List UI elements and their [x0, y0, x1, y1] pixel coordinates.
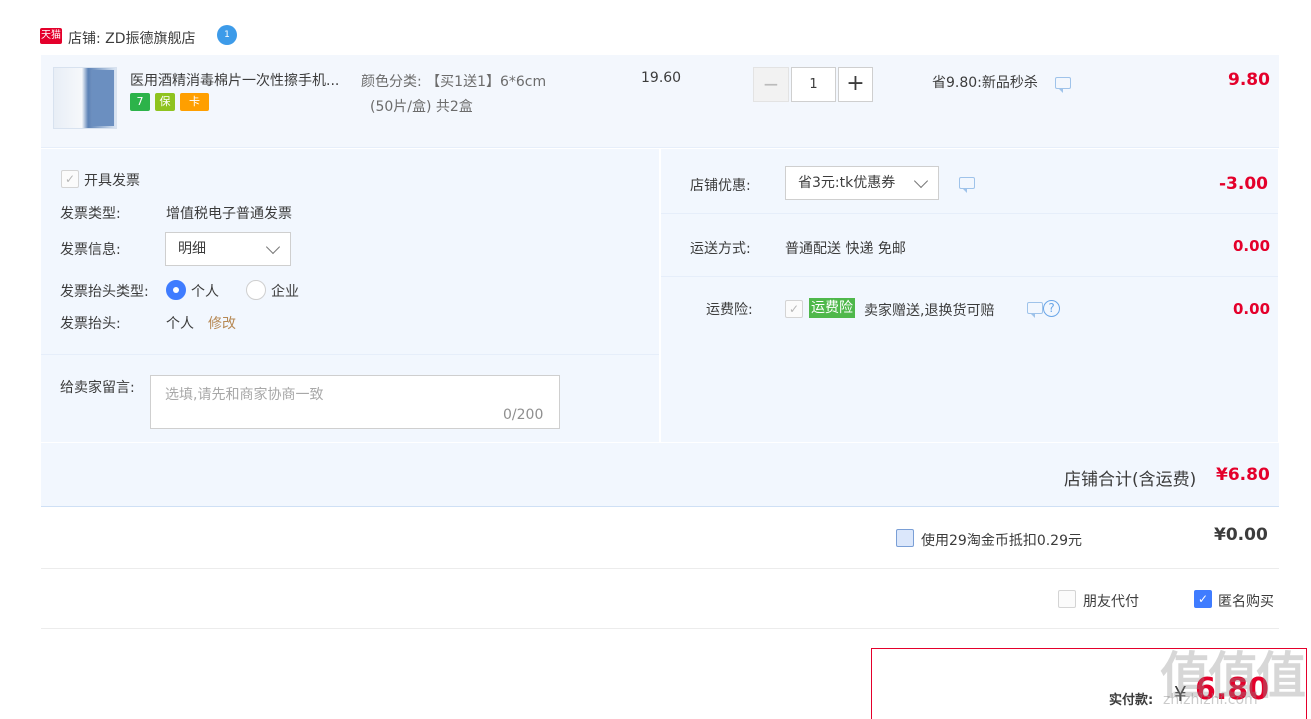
promotion-text: 省9.80:新品秒杀: [932, 75, 1038, 91]
tmall-badge: 天猫: [40, 28, 62, 44]
seller-message-label: 给卖家留言:: [60, 380, 135, 396]
coins-amount: ¥0.00: [1214, 525, 1268, 545]
chevron-down-icon: [265, 239, 281, 255]
invoice-header-label: 发票抬头:: [60, 316, 121, 332]
shop-name[interactable]: 店铺: ZD振德旗舰店: [68, 28, 196, 48]
panel-divider: [41, 354, 659, 355]
quantity-input[interactable]: 1: [791, 67, 836, 102]
seven-day-return-icon: 7: [130, 93, 150, 111]
invoice-info-label: 发票信息:: [60, 242, 121, 258]
unit-price: 19.60: [641, 70, 682, 86]
divider: [41, 568, 1279, 569]
quantity-decrease-button[interactable]: −: [753, 67, 789, 102]
shop-total-amount: ¥6.80: [1216, 465, 1270, 485]
shop-discount-label: 店铺优惠:: [690, 178, 751, 194]
promotion-info-icon[interactable]: [1055, 77, 1071, 93]
seller-message-placeholder: 选填,请先和商家协商一致: [165, 387, 324, 403]
shop-discount-select[interactable]: 省3元:tk优惠券: [785, 166, 939, 200]
sku-spec-detail: (50片/盒) 共2盒: [370, 99, 473, 115]
discount-info-icon[interactable]: [959, 177, 975, 193]
delivery-panel: [661, 149, 1278, 442]
friend-pay-checkbox[interactable]: [1058, 590, 1076, 608]
friend-pay-label[interactable]: 朋友代付: [1083, 591, 1139, 611]
anonymous-purchase-label[interactable]: 匿名购买: [1218, 591, 1274, 611]
shipping-method-label: 运送方式:: [690, 241, 751, 257]
radio-company[interactable]: [246, 280, 266, 300]
card-payment-icon: 卡: [180, 93, 209, 111]
invoice-type-label: 发票类型:: [60, 206, 121, 222]
shop-discount-amount: -3.00: [1219, 174, 1268, 194]
actual-payment-label: 实付款:: [1109, 693, 1154, 708]
sku-spec: 颜色分类: 【买1送1】6*6cm: [361, 74, 547, 90]
order-item-row: [41, 55, 1279, 148]
panel-divider: [661, 213, 1278, 214]
chevron-down-icon: [913, 173, 929, 189]
use-coins-checkbox[interactable]: [896, 529, 914, 547]
shipping-insurance-checkbox[interactable]: ✓: [785, 300, 803, 318]
wangwang-chat-icon[interactable]: 1: [217, 25, 237, 45]
invoice-info-value: 明细: [178, 241, 206, 257]
invoice-type-value: 增值税电子普通发票: [166, 206, 292, 222]
shipping-insurance-text: 卖家赠送,退换货可赔: [864, 303, 995, 319]
issue-invoice-checkbox[interactable]: ✓: [61, 170, 79, 188]
radio-personal[interactable]: [166, 280, 186, 300]
insurance-amount: 0.00: [1233, 300, 1271, 318]
shop-total-label: 店铺合计(含运费): [1064, 470, 1197, 490]
watermark-site: zhizhizhi.com: [1163, 692, 1258, 708]
seller-message-count: 0/200: [503, 407, 544, 423]
shipping-method-value: 普通配送 快递 免邮: [785, 241, 906, 257]
product-thumbnail-box: [92, 70, 114, 126]
invoice-header-type-label: 发票抬头类型:: [60, 284, 149, 300]
help-icon[interactable]: ?: [1043, 300, 1060, 317]
radio-personal-label[interactable]: 个人: [191, 281, 219, 301]
divider: [41, 628, 1279, 629]
item-subtotal: 9.80: [1228, 70, 1270, 90]
issue-invoice-label: 开具发票: [84, 173, 140, 189]
invoice-header-value: 个人: [166, 316, 194, 332]
shipping-amount: 0.00: [1233, 237, 1271, 255]
guarantee-icon: 保: [155, 93, 175, 111]
product-title[interactable]: 医用酒精消毒棉片一次性擦手机...: [130, 70, 339, 90]
quantity-increase-button[interactable]: +: [838, 67, 873, 102]
edit-invoice-header-link[interactable]: 修改: [208, 313, 236, 333]
shipping-insurance-label: 运费险:: [706, 302, 753, 318]
radio-company-label[interactable]: 企业: [271, 281, 299, 301]
panel-divider: [661, 276, 1278, 277]
insurance-info-icon[interactable]: [1027, 302, 1043, 318]
shipping-insurance-badge: 运费险: [809, 298, 855, 318]
use-coins-label[interactable]: 使用29淘金币抵扣0.29元: [921, 530, 1082, 550]
shop-discount-value: 省3元:tk优惠券: [798, 175, 896, 191]
anonymous-purchase-checkbox[interactable]: ✓: [1194, 590, 1212, 608]
invoice-info-select[interactable]: 明细: [165, 232, 291, 266]
